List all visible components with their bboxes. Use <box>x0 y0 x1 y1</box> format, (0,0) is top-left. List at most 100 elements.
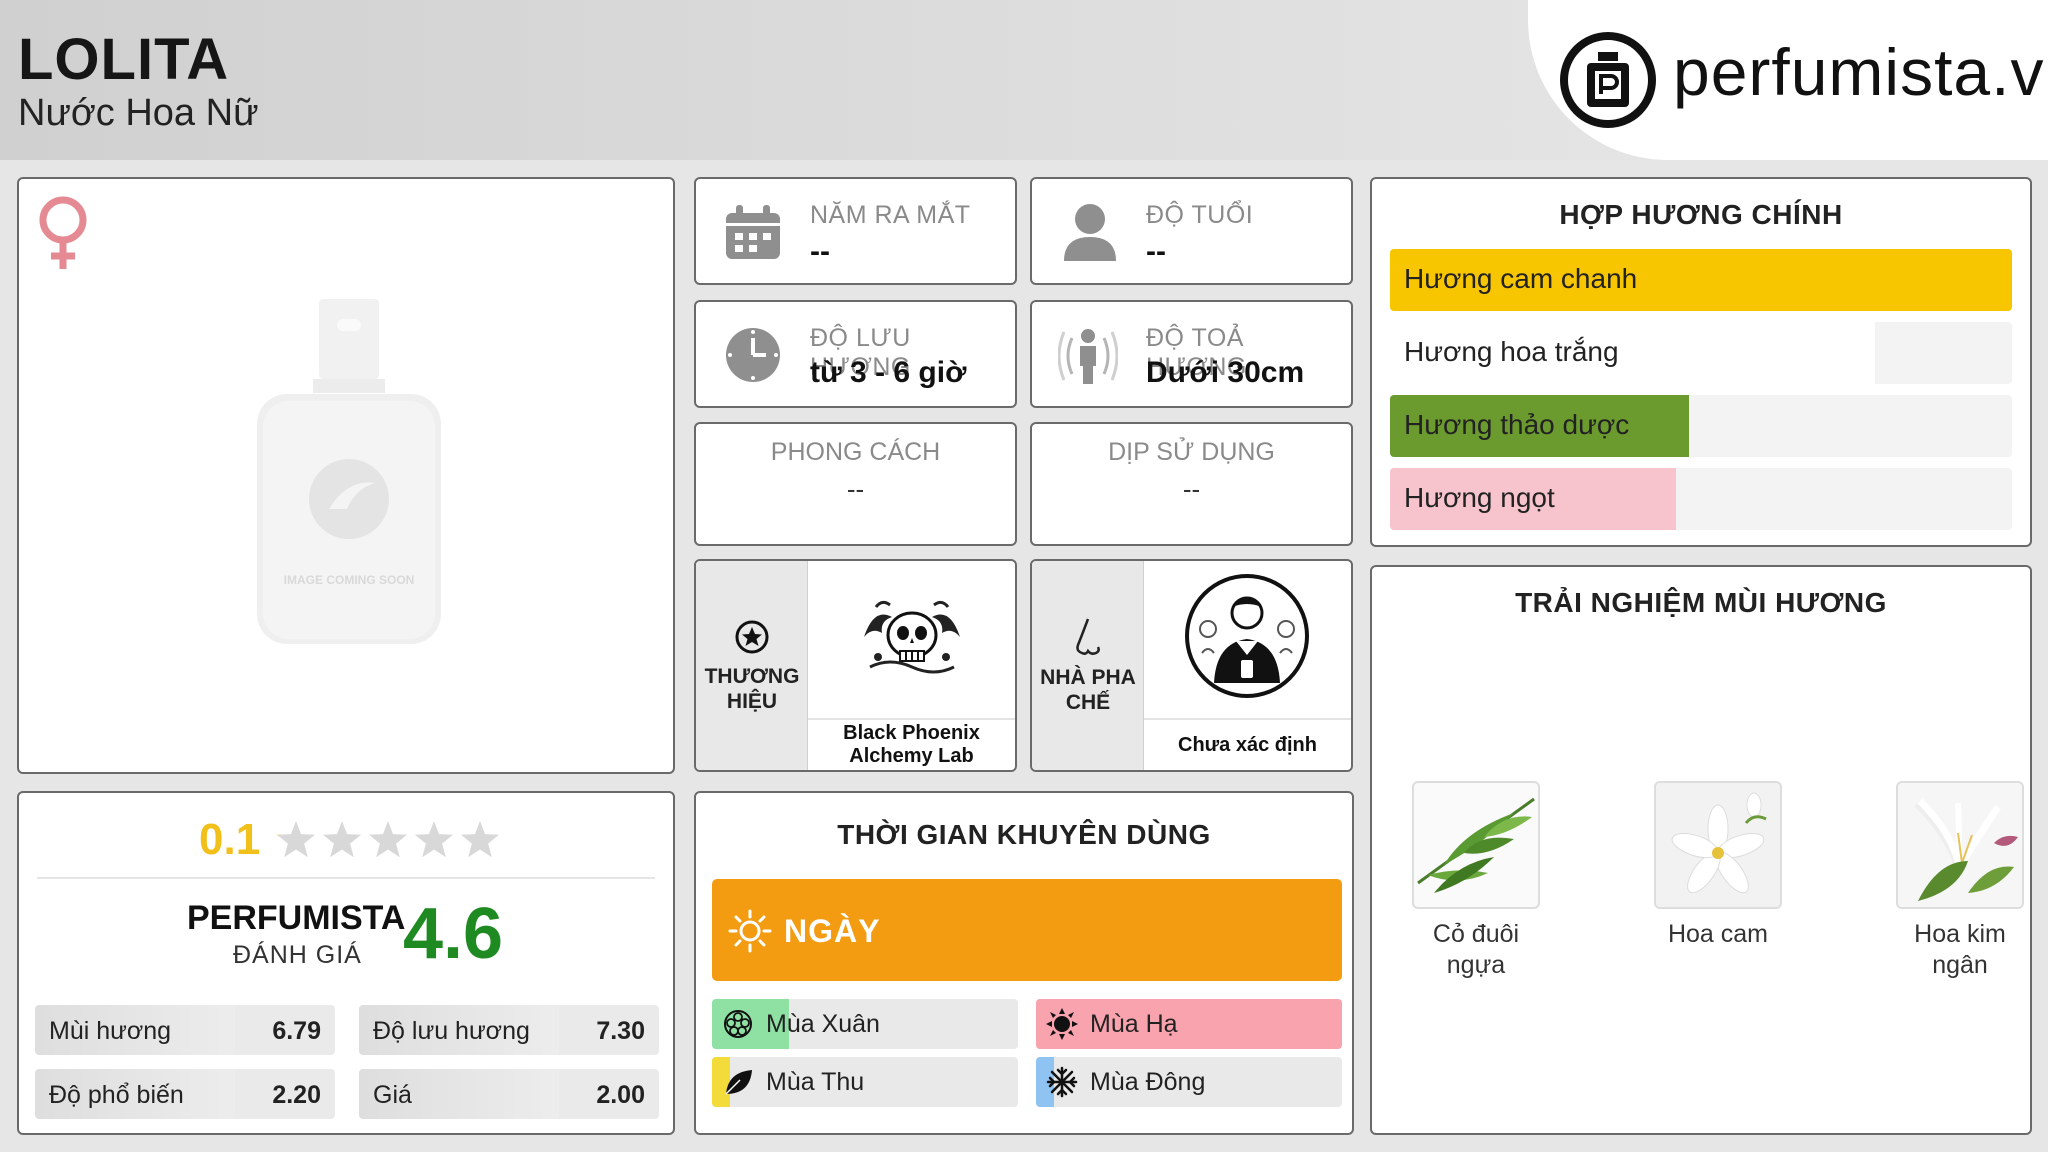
occasion-cell: DỊP SỬ DỤNG -- <box>1030 422 1353 546</box>
style-value: -- <box>846 474 865 504</box>
accord-bar: Hương hoa trắng <box>1390 322 2012 384</box>
accord-label: Hương cam chanh <box>1404 263 1638 294</box>
perfumer-label-line1: NHÀ PHA <box>1040 666 1136 689</box>
logo[interactable]: perfumista.vn <box>1528 0 2048 160</box>
season-label: Mùa Xuân <box>766 1010 880 1038</box>
flower-icon <box>724 1010 752 1038</box>
occasion-value: -- <box>1182 474 1201 504</box>
rating-card: 0.1 PERFUMISTA ĐÁNH GIÁ 4.6 Mùi hương 6.… <box>17 791 675 1135</box>
horsetail-note-image <box>1412 781 1540 909</box>
star-badge-icon <box>735 620 769 654</box>
season-summer: Mùa Hạ <box>1036 999 1342 1049</box>
scent-experience-card: TRẢI NGHIỆM MÙI HƯƠNG Cỏ đuôi ngựa Hoa c… <box>1370 565 2032 1135</box>
main-accords-card: HỢP HƯƠNG CHÍNH Hương cam chanh Hương hoa… <box>1370 177 2032 547</box>
star-icon[interactable] <box>369 821 407 858</box>
longevity-cell: ĐỘ LƯU HƯƠNG từ 3 - 6 giờ <box>694 300 1017 408</box>
image-placeholder-text: IMAGE COMING SOON <box>284 573 415 587</box>
star-icon[interactable] <box>277 821 315 858</box>
brand-label-line2: HIỆU <box>726 690 778 713</box>
brand-cell[interactable]: THƯƠNG HIỆU Black Phoenix Alchemy Lab <box>694 559 1017 772</box>
snowflake-icon <box>1046 1066 1078 1098</box>
perfumer-label-line2: CHẾ <box>1065 691 1111 714</box>
metric-label: Giá <box>373 1081 412 1109</box>
metric-label: Mùi hương <box>49 1017 172 1045</box>
age-cell: ĐỘ TUỔI -- <box>1030 177 1353 285</box>
perfumista-rating-label: PERFUMISTA <box>187 899 406 937</box>
longevity-value: từ 3 - 6 giờ <box>810 356 967 389</box>
accord-label: Hương hoa trắng <box>1404 336 1619 367</box>
sillage-value: Dưới 30cm <box>1146 356 1305 389</box>
accord-label: Hương thảo dược <box>1404 409 1630 440</box>
orange-blossom-icon <box>1656 783 1780 907</box>
recommended-time-title: THỜI GIAN KHUYÊN DÙNG <box>837 819 1211 850</box>
female-symbol-icon <box>39 196 87 269</box>
recommended-time-card: THỜI GIAN KHUYÊN DÙNG NGÀY Mùa Xuân Mùa … <box>694 791 1354 1135</box>
day-label: NGÀY <box>784 913 881 949</box>
rating-divider <box>37 877 655 879</box>
season-label: Mùa Đông <box>1090 1068 1206 1096</box>
header-bar: LOLITA Nước Hoa Nữ perfumista.vn <box>0 0 2048 160</box>
metric-longevity: Độ lưu hương 7.30 <box>359 1005 659 1055</box>
brand-label-line1: THƯƠNG <box>704 665 800 688</box>
honeysuckle-note-image <box>1896 781 2024 909</box>
clock-icon <box>726 328 780 382</box>
perfume-bottle-logo-icon <box>1560 32 1656 128</box>
metric-value: 2.00 <box>596 1081 645 1109</box>
age-label: ĐỘ TUỔI <box>1146 201 1254 229</box>
calendar-icon <box>726 205 780 259</box>
nose-icon <box>1076 618 1100 655</box>
note-item[interactable]: Hoa cam <box>1628 781 1808 950</box>
metric-value: 7.30 <box>596 1017 645 1045</box>
perfumista-rating-sublabel: ĐÁNH GIÁ <box>233 941 362 969</box>
star-rating[interactable] <box>274 819 514 863</box>
metric-label: Độ lưu hương <box>373 1017 530 1045</box>
season-fill <box>1036 999 1342 1049</box>
sun-icon <box>728 909 772 953</box>
note-label-line2: ngân <box>1932 951 1988 979</box>
season-winter: Mùa Đông <box>1036 1057 1342 1107</box>
note-label-line1: Cỏ đuôi <box>1432 920 1520 948</box>
perfumista-rating-score: 4.6 <box>403 894 504 974</box>
day-bar: NGÀY <box>712 879 1342 981</box>
note-label-line2: ngựa <box>1446 951 1506 979</box>
accord-bar: Hương ngọt <box>1390 468 2012 530</box>
note-label-line1: Hoa kim <box>1914 920 2006 948</box>
person-icon <box>1064 204 1116 261</box>
age-value: -- <box>1146 235 1166 268</box>
season-autumn: Mùa Thu <box>712 1057 1018 1107</box>
metric-value: 2.20 <box>272 1081 321 1109</box>
skull-brand-logo-icon <box>864 600 960 674</box>
star-icon[interactable] <box>323 821 361 858</box>
release-year-cell: NĂM RA MẮT -- <box>694 177 1017 285</box>
note-item[interactable]: Cỏ đuôi ngựa <box>1386 781 1566 981</box>
main-accords-title: HỢP HƯƠNG CHÍNH <box>1559 199 1843 230</box>
accord-bar: Hương thảo dược <box>1390 395 2012 457</box>
metric-scent: Mùi hương 6.79 <box>35 1005 335 1055</box>
orange-blossom-note-image <box>1654 781 1782 909</box>
metric-label: Độ phổ biến <box>49 1081 184 1109</box>
product-image-card: IMAGE COMING SOON <box>17 177 675 774</box>
user-rating-score: 0.1 <box>199 815 261 864</box>
metric-popularity: Độ phổ biến 2.20 <box>35 1069 335 1119</box>
brand-value: Black Phoenix Alchemy Lab <box>808 718 1015 770</box>
page-subtitle: Nước Hoa Nữ <box>18 92 259 134</box>
perfumer-avatar-icon <box>1185 574 1309 698</box>
star-icon[interactable] <box>415 821 453 858</box>
page-title: LOLITA <box>18 27 230 92</box>
sillage-person-icon <box>1058 329 1118 384</box>
star-icon[interactable] <box>461 821 499 858</box>
leaf-icon <box>725 1070 752 1095</box>
scent-experience-title: TRẢI NGHIỆM MÙI HƯƠNG <box>1515 587 1887 618</box>
metric-value: 6.79 <box>272 1017 321 1045</box>
note-item[interactable]: Hoa kim ngân <box>1870 781 2048 981</box>
accord-bar: Hương cam chanh <box>1390 249 2012 311</box>
style-label: PHONG CÁCH <box>770 438 941 466</box>
horsetail-leaf-icon <box>1417 797 1535 893</box>
release-year-label: NĂM RA MẮT <box>810 201 971 229</box>
note-label-line1: Hoa cam <box>1667 920 1769 948</box>
style-cell: PHONG CÁCH -- <box>694 422 1017 546</box>
perfumer-cell[interactable]: NHÀ PHA CHẾ Chưa xác định <box>1030 559 1353 772</box>
season-spring: Mùa Xuân <box>712 999 1018 1049</box>
honeysuckle-icon <box>1898 783 2022 907</box>
season-label: Mùa Thu <box>766 1068 865 1096</box>
